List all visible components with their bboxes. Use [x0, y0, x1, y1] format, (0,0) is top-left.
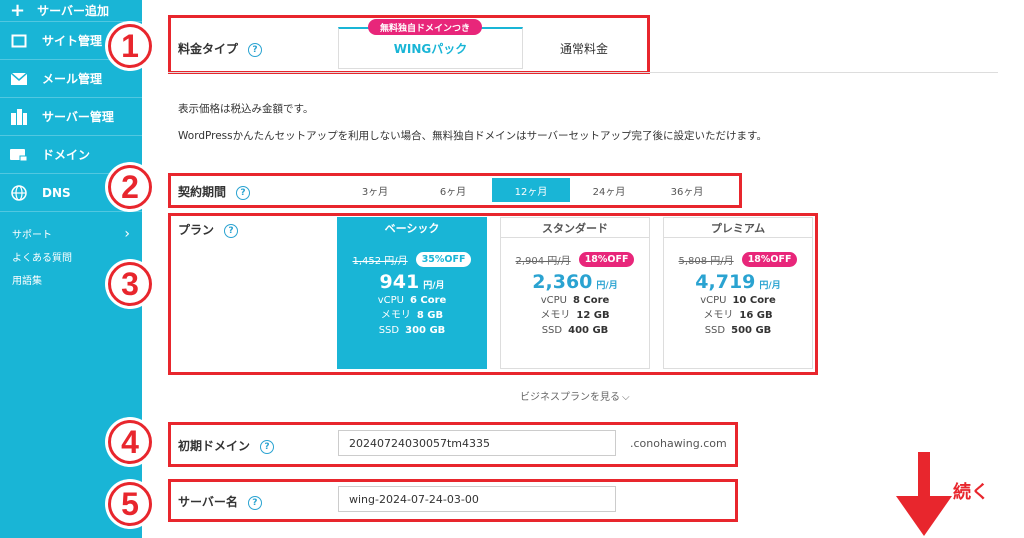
step-number-5: 5 [108, 482, 152, 526]
plan-old-price: 1,452 円/月 [352, 256, 408, 267]
period-36-months[interactable]: 36ヶ月 [648, 178, 726, 202]
plan-label: プラン? [178, 221, 239, 238]
plan-old-price: 5,808 円/月 [678, 256, 734, 267]
sidebar-item-server[interactable]: サーバー管理 [0, 98, 142, 136]
plan-card-premium[interactable]: プレミアム 5,808 円/月 18%OFF 4,719 円/月 vCPU 10 Co… [663, 217, 813, 369]
plan-name: スタンダード [501, 218, 649, 238]
plan-card-basic[interactable]: ベーシック 1,452 円/月 35%OFF 941 円/月 vCPU 6 Core … [337, 217, 487, 369]
domain-icon [10, 146, 28, 164]
sidebar-link-support[interactable]: サポート › [12, 222, 130, 245]
note-wordpress: WordPressかんたんセットアップを利用しない場合、無料独自ドメインはサーバ… [178, 130, 767, 142]
plan-price: 4,719 円/月 [695, 271, 781, 293]
sidebar-link-faq[interactable]: よくある質問 [12, 245, 130, 268]
sidebar-item-add-server[interactable]: + サーバー追加 [0, 0, 142, 22]
step-number-3: 3 [108, 262, 152, 306]
continue-label: 続く [953, 482, 989, 503]
plan-name: プレミアム [664, 218, 812, 238]
help-icon[interactable]: ? [248, 42, 263, 57]
server-name-input[interactable]: wing-2024-07-24-03-00 [338, 486, 616, 512]
help-icon[interactable]: ? [236, 185, 251, 200]
initial-domain-label: 初期ドメイン? [178, 437, 275, 454]
chevron-right-icon: › [124, 225, 130, 242]
tab-normal-price[interactable]: 通常料金 [523, 27, 645, 69]
free-domain-ribbon: 無料独自ドメインつき [368, 19, 482, 35]
plan-card-standard[interactable]: スタンダード 2,904 円/月 18%OFF 2,360 円/月 vCPU 8 Co… [500, 217, 650, 369]
plan-spec-memory: メモリ 8 GB [380, 310, 444, 321]
plan-old-price: 2,904 円/月 [515, 256, 571, 267]
plan-spec-vcpu: vCPU 10 Core [700, 295, 776, 306]
window-icon [10, 32, 28, 50]
sidebar-item-label: サーバー管理 [42, 110, 114, 124]
period-12-months[interactable]: 12ヶ月 [492, 178, 570, 202]
pricing-type-label: 料金タイプ? [178, 40, 263, 57]
sidebar-item-label: DNS [42, 185, 71, 200]
period-3-months[interactable]: 3ヶ月 [336, 178, 414, 202]
plan-spec-ssd: SSD 400 GB [541, 325, 609, 336]
plus-icon: + [10, 0, 26, 21]
tab-divider [168, 72, 998, 73]
server-name-label: サーバー名? [178, 493, 262, 510]
page: + サーバー追加 サイト管理 メール管理 サーバー管理 ドメイン DNS サポー… [0, 0, 1024, 538]
initial-domain-input[interactable]: 20240724030057tm4335 [338, 430, 616, 456]
contract-period-selector: 3ヶ月 6ヶ月 12ヶ月 24ヶ月 36ヶ月 [336, 178, 726, 202]
sidebar-item-label: サイト管理 [42, 34, 103, 48]
sidebar-item-label: ドメイン [42, 148, 91, 162]
period-24-months[interactable]: 24ヶ月 [570, 178, 648, 202]
plan-name: ベーシック [338, 218, 486, 238]
plan-price: 941 円/月 [379, 271, 445, 293]
globe-icon [10, 184, 28, 202]
help-icon[interactable]: ? [260, 439, 275, 454]
domain-suffix: .conohawing.com [630, 437, 727, 450]
plan-spec-memory: メモリ 16 GB [703, 310, 773, 321]
step-number-4: 4 [108, 420, 152, 464]
help-icon[interactable]: ? [247, 495, 262, 510]
discount-badge: 18%OFF [578, 252, 635, 267]
step-number-2: 2 [108, 165, 152, 209]
discount-badge: 18%OFF [741, 252, 798, 267]
mail-icon [10, 70, 28, 88]
business-plan-link[interactable]: ビジネスプランを見る ⌵ [520, 388, 630, 403]
plan-price: 2,360 円/月 [532, 271, 618, 293]
plan-spec-vcpu: vCPU 6 Core [377, 295, 447, 306]
sidebar-item-label: サーバー追加 [37, 4, 109, 18]
step-number-1: 1 [108, 24, 152, 68]
plan-spec-vcpu: vCPU 8 Core [540, 295, 610, 306]
plan-spec-ssd: SSD 500 GB [704, 325, 772, 336]
note-tax: 表示価格は税込み金額です。 [178, 103, 314, 115]
plan-spec-memory: メモリ 12 GB [540, 310, 610, 321]
period-6-months[interactable]: 6ヶ月 [414, 178, 492, 202]
server-icon [10, 108, 28, 126]
arrow-down-icon [896, 452, 952, 536]
contract-period-label: 契約期間? [178, 183, 251, 200]
sidebar-item-label: メール管理 [42, 72, 103, 86]
chevron-down-icon: ⌵ [622, 392, 630, 403]
help-icon[interactable]: ? [224, 223, 239, 238]
discount-badge: 35%OFF [415, 252, 472, 267]
plan-spec-ssd: SSD 300 GB [378, 325, 446, 336]
